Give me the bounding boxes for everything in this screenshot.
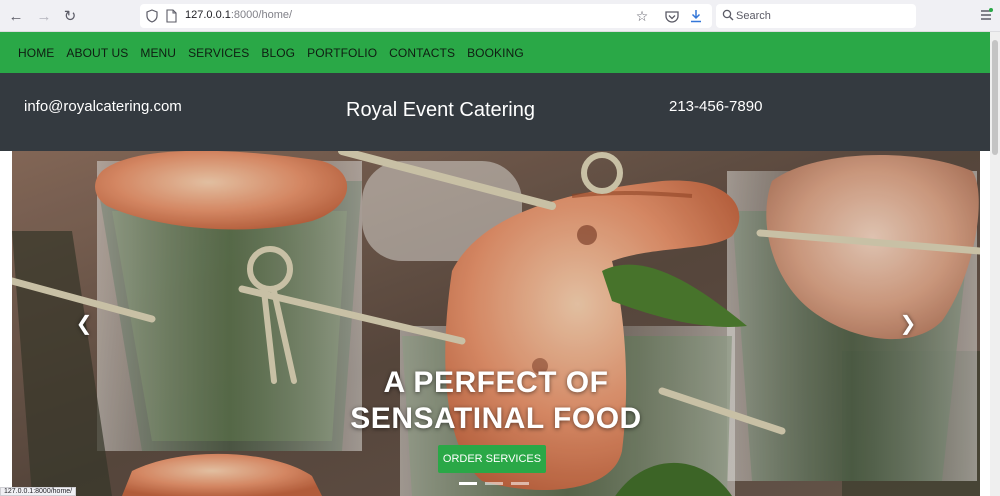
nav-portfolio[interactable]: PORTFOLIO — [307, 46, 377, 60]
hero-title-line-1: A PERFECT OF — [383, 366, 609, 399]
pocket-icon[interactable] — [664, 8, 680, 24]
carousel-indicator-2[interactable] — [485, 482, 503, 485]
nav-booking[interactable]: BOOKING — [467, 46, 524, 60]
carousel-indicators — [459, 482, 529, 485]
forward-icon[interactable]: → — [34, 6, 54, 26]
back-icon[interactable]: ← — [6, 6, 26, 26]
site-title[interactable]: Royal Event Catering — [346, 99, 535, 122]
order-services-button[interactable]: ORDER SERVICES — [438, 445, 546, 473]
url-text[interactable]: 127.0.0.1:8000/home/ — [185, 9, 292, 21]
status-link-preview: 127.0.0.1:8000/home/ — [0, 487, 77, 496]
url-path: :8000/home/ — [230, 9, 293, 21]
search-input[interactable] — [736, 7, 906, 25]
search-icon — [722, 9, 734, 21]
nav-blog[interactable]: BLOG — [261, 46, 295, 60]
carousel-indicator-3[interactable] — [511, 482, 529, 485]
info-header: info@royalcatering.com Royal Event Cater… — [0, 73, 990, 151]
search-field[interactable] — [716, 4, 916, 28]
page-scrollbar[interactable] — [990, 32, 1000, 496]
nav-services[interactable]: SERVICES — [188, 46, 249, 60]
carousel-next-icon[interactable]: ❯ — [896, 311, 920, 335]
hero-title-line-2: SENSATINAL FOOD — [350, 402, 642, 435]
menu-icon[interactable] — [978, 7, 994, 23]
download-icon[interactable] — [688, 8, 704, 24]
reload-icon[interactable]: ↻ — [60, 6, 80, 26]
shield-icon[interactable] — [146, 9, 158, 23]
address-bar[interactable]: 127.0.0.1:8000/home/ ☆ — [140, 4, 712, 28]
nav-home[interactable]: HOME — [18, 46, 54, 60]
hero-title: A PERFECT OF SENSATINAL FOOD — [12, 365, 980, 437]
nav-menu[interactable]: MENU — [140, 46, 176, 60]
scroll-thumb[interactable] — [992, 40, 998, 155]
url-host: 127.0.0.1 — [185, 9, 231, 21]
contact-email[interactable]: info@royalcatering.com — [24, 98, 182, 115]
page-icon[interactable] — [166, 9, 177, 23]
carousel-prev-icon[interactable]: ❮ — [72, 311, 96, 335]
star-icon[interactable]: ☆ — [634, 8, 650, 24]
main-navigation: HOME ABOUT US MENU SERVICES BLOG PORTFOL… — [0, 32, 990, 73]
hero-carousel: ❮ ❯ A PERFECT OF SENSATINAL FOOD ORDER S… — [12, 151, 980, 496]
nav-about-us[interactable]: ABOUT US — [66, 46, 128, 60]
browser-toolbar: ← → ↻ 127.0.0.1:8000/home/ ☆ — [0, 0, 1000, 32]
nav-contacts[interactable]: CONTACTS — [389, 46, 455, 60]
carousel-indicator-1[interactable] — [459, 482, 477, 485]
contact-phone[interactable]: 213-456-7890 — [669, 98, 762, 115]
